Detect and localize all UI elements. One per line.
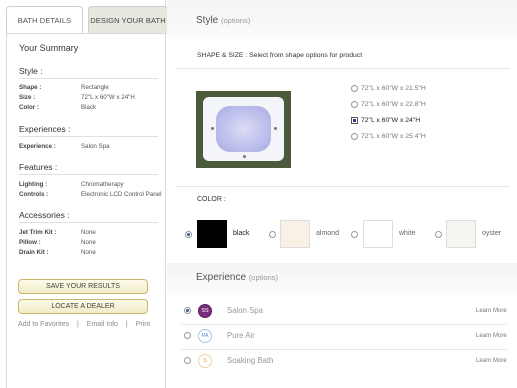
radio-button[interactable] xyxy=(184,332,191,339)
color-swatch-oyster[interactable] xyxy=(446,220,476,248)
radio-button-selected[interactable] xyxy=(184,307,191,314)
size-option-label: 72"L x 60"W x 21.5"H xyxy=(361,85,426,92)
experience-label: Experience : xyxy=(19,143,56,150)
experience-header: Experience (options) xyxy=(167,263,517,293)
tub-jet xyxy=(211,127,214,130)
experience-row-soaking-bath[interactable]: S Soaking Bath Learn More xyxy=(167,349,517,373)
color-heading: COLOR : xyxy=(197,196,226,203)
divider xyxy=(19,222,158,223)
color-radio-oyster[interactable] xyxy=(435,231,442,238)
color-swatch-almond[interactable] xyxy=(280,220,310,248)
shape-size-hint: : Select from shape options for product xyxy=(243,52,363,59)
size-option-label: 72"L x 60"W x 25.4"H xyxy=(361,133,426,140)
summary-panel: BATH DETAILS DESIGN YOUR BATH Your Summa… xyxy=(0,0,168,388)
experience-row-pure-air[interactable]: PA Pure Air Learn More xyxy=(167,324,517,348)
tub-jet xyxy=(243,155,246,158)
experience-title-text: Experience xyxy=(196,272,247,283)
radio-button[interactable] xyxy=(184,357,191,364)
style-heading: Style : xyxy=(19,66,43,76)
color-radio-almond[interactable] xyxy=(269,231,276,238)
shape-size-label: SHAPE & SIZE xyxy=(197,52,244,59)
size-option[interactable]: 72"L x 60"W x 22.8"H xyxy=(351,101,426,108)
tab-bath-details[interactable]: BATH DETAILS xyxy=(6,6,83,34)
color-name-almond: almond xyxy=(316,230,339,237)
size-label: Size : xyxy=(19,94,36,101)
color-radio-black[interactable] xyxy=(185,231,192,238)
style-options-link[interactable]: (options) xyxy=(221,16,250,25)
drain-kit-label: Drain Kit : xyxy=(19,249,49,256)
radio-button-selected[interactable] xyxy=(351,117,358,124)
controls-label: Controls : xyxy=(19,191,49,198)
color-name-oyster: oyster xyxy=(482,230,502,237)
divider xyxy=(19,136,158,137)
color-swatch-black[interactable] xyxy=(197,220,227,248)
drain-kit-value: None xyxy=(81,249,96,256)
experience-options-link[interactable]: (options) xyxy=(249,273,278,282)
add-to-favorites-link[interactable]: Add to Favorites xyxy=(18,321,69,328)
radio-button[interactable] xyxy=(351,101,358,108)
shape-value: Rectangle xyxy=(81,84,109,91)
divider xyxy=(175,186,510,187)
pillow-label: Pillow : xyxy=(19,239,41,246)
experience-name: Salon Spa xyxy=(227,306,263,315)
experience-name: Pure Air xyxy=(227,331,255,340)
tub-jet xyxy=(274,127,277,130)
experience-value: Salon Spa xyxy=(81,143,110,150)
print-link[interactable]: Print xyxy=(136,321,150,328)
shape-label: Shape : xyxy=(19,84,42,91)
divider xyxy=(19,174,158,175)
style-header: Style (options) xyxy=(167,0,517,38)
learn-more-link[interactable]: Learn More xyxy=(476,308,507,314)
summary-title: Your Summary xyxy=(19,43,79,53)
summary-links: Add to Favorites | Email Info | Print xyxy=(18,321,150,328)
divider xyxy=(19,78,158,79)
experience-name: Soaking Bath xyxy=(227,356,274,365)
size-option-label: 72"L x 60"W x 24"H xyxy=(361,117,421,124)
locate-dealer-button[interactable]: LOCATE A DEALER xyxy=(18,299,148,314)
color-name-white: white xyxy=(399,230,416,237)
color-value: Black xyxy=(81,104,97,111)
size-value: 72"L x 60"W x 24"H xyxy=(81,94,135,101)
experience-title: Experience (options) xyxy=(196,272,278,283)
tab-bar: BATH DETAILS DESIGN YOUR BATH xyxy=(6,6,168,34)
style-title-text: Style xyxy=(196,15,219,26)
tab-design-your-bath[interactable]: DESIGN YOUR BATH xyxy=(88,6,168,34)
save-results-button[interactable]: SAVE YOUR RESULTS xyxy=(18,279,148,294)
shape-size-heading: SHAPE & SIZE : Select from shape options… xyxy=(197,52,362,59)
configurator-panel: Style (options) SHAPE & SIZE : Select fr… xyxy=(167,0,517,388)
size-option-label: 72"L x 60"W x 22.8"H xyxy=(361,101,426,108)
jet-trim-kit-value: None xyxy=(81,229,96,236)
jet-trim-kit-label: Jet Trim Kit : xyxy=(19,229,57,236)
color-swatch-white[interactable] xyxy=(363,220,393,248)
features-heading: Features : xyxy=(19,162,58,172)
tub-basin xyxy=(203,97,284,161)
pure-air-badge-icon: PA xyxy=(198,329,212,343)
size-option[interactable]: 72"L x 60"W x 21.5"H xyxy=(351,85,426,92)
salon-spa-badge-icon: SS xyxy=(198,304,212,318)
divider xyxy=(175,68,510,69)
soaking-bath-badge-icon: S xyxy=(198,354,212,368)
pillow-value: None xyxy=(81,239,96,246)
link-separator: | xyxy=(125,321,128,328)
size-option-selected[interactable]: 72"L x 60"W x 24"H xyxy=(351,117,420,124)
controls-value: Electronic LCD Control Panel xyxy=(81,191,162,198)
learn-more-link[interactable]: Learn More xyxy=(476,358,507,364)
email-info-link[interactable]: Email Info xyxy=(87,321,118,328)
experiences-heading: Experiences : xyxy=(19,124,71,134)
radio-button[interactable] xyxy=(351,133,358,140)
lighting-label: Lighting : xyxy=(19,181,48,188)
lighting-value: Chromatherapy xyxy=(81,181,124,188)
experience-row-salon-spa[interactable]: SS Salon Spa Learn More xyxy=(167,299,517,323)
bathtub-image xyxy=(196,91,291,168)
tub-interior xyxy=(216,106,271,152)
color-name-black: black xyxy=(233,230,250,237)
style-title: Style (options) xyxy=(196,15,250,26)
learn-more-link[interactable]: Learn More xyxy=(476,333,507,339)
radio-button[interactable] xyxy=(351,85,358,92)
link-separator: | xyxy=(76,321,79,328)
size-option[interactable]: 72"L x 60"W x 25.4"H xyxy=(351,133,426,140)
color-label: Color : xyxy=(19,104,39,111)
accessories-heading: Accessories : xyxy=(19,210,70,220)
color-radio-white[interactable] xyxy=(351,231,358,238)
